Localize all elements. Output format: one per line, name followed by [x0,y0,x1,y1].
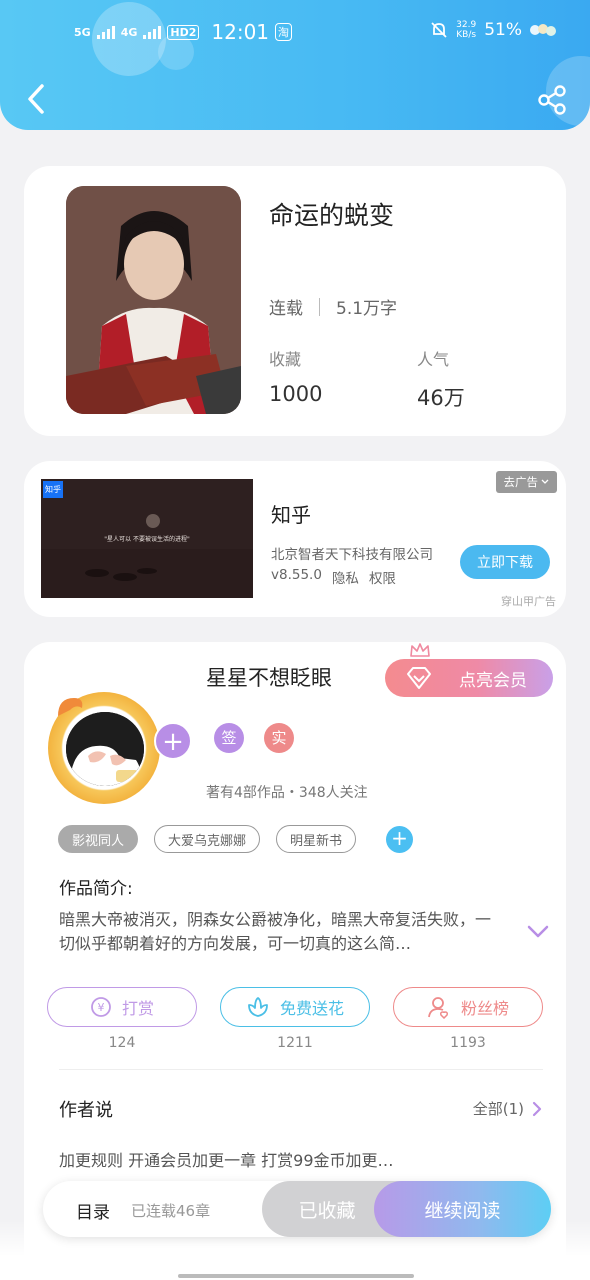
signal-bars-icon [143,26,162,39]
book-meta: 连载 5.1万字 [269,294,397,319]
ad-card[interactable]: "星人可以 不要被误生活的进程" 知乎 知乎 北京智者天下科技有限公司 v8.5… [24,461,566,617]
bottom-action-bar: 目录 已连载46章 已收藏 继续阅读 [43,1181,551,1237]
mute-bell-icon [431,22,447,38]
author-say-label: 作者说 [59,1100,113,1121]
book-cover-image[interactable] [66,186,241,414]
divider [59,1069,543,1070]
network-speed: 32.9 KB/s [456,20,477,40]
book-title: 命运的蜕变 [269,201,395,230]
tag-item[interactable]: 明星新书 [276,825,357,853]
vip-membership-button[interactable]: 点亮会员 [385,659,553,697]
ad-image[interactable]: "星人可以 不要被误生活的进程" 知乎 [41,479,253,598]
ad-company: 北京智者天下科技有限公司 [271,547,433,563]
ad-permissions-link[interactable]: 权限 [369,567,396,587]
table-of-contents-button[interactable]: 目录 [76,1198,110,1223]
intro-label: 作品简介: [59,879,133,899]
header-bar: 5G 4G HD2 12:01 淘 32.9 KB/s 51% [0,0,590,130]
ad-privacy-link[interactable]: 隐私 [332,567,359,587]
tag-list: 影视同人 大爱乌克娜娜 明星新书 + [58,825,414,853]
signal-4g: 4G [120,25,138,39]
continue-reading-button[interactable]: 继续阅读 [374,1181,551,1237]
ad-app-name: 知乎 [271,503,311,527]
tag-item[interactable]: 影视同人 [58,825,139,853]
follow-plus-button[interactable]: + [154,722,192,760]
chevron-down-icon[interactable] [527,925,549,939]
fan-count: 1193 [450,1035,486,1051]
ad-illustration: "星人可以 不要被误生活的进程" [41,479,253,598]
reward-count: 124 [108,1035,136,1051]
signal-bars-icon [96,26,115,39]
chevron-left-icon[interactable] [22,82,52,116]
author-avatar[interactable]: + [48,682,192,804]
author-say-text[interactable]: 加更规则 开通会员加更一章 打赏99金币加更… [59,1147,394,1171]
crown-icon [410,643,430,657]
fan-icon [428,997,448,1019]
word-count: 5.1万字 [336,299,398,319]
home-indicator[interactable] [178,1274,414,1278]
author-stats: 著有4部作品・348人关注 [206,785,368,801]
cover-illustration [66,186,241,414]
ad-close-button[interactable]: 去广告 [495,471,557,493]
reward-button[interactable]: ¥ 打赏 [47,987,197,1027]
chapter-count: 已连载46章 [131,1202,211,1220]
book-info-card: 命运的蜕变 连载 5.1万字 收藏 1000 人气 46万 [24,166,566,436]
flower-icon [248,997,268,1017]
share-icon[interactable] [536,84,568,116]
coin-icon: ¥ [91,997,111,1017]
ad-download-button[interactable]: 立即下载 [460,545,550,579]
verified-badge: 实 [264,723,294,753]
signed-badge: 签 [214,723,244,753]
send-flower-button[interactable]: 免费送花 [220,987,370,1027]
avatar-image [66,712,144,786]
tag-item[interactable]: 大爱乌克娜娜 [154,825,261,853]
add-tag-button[interactable]: + [386,825,414,853]
zhihu-logo-icon: 知乎 [43,481,63,498]
ad-version: v8.55.0 [271,567,322,583]
signal-5g: 5G [74,25,91,39]
ad-meta: v8.55.0 隐私 权限 [271,567,396,587]
author-say-all-link[interactable]: 全部(1) [473,1098,542,1119]
chevron-right-icon [532,1101,542,1116]
favorites-stat: 收藏 1000 [269,350,323,406]
diamond-icon [407,667,431,689]
avatar-decoration-icon [58,698,83,716]
author-name: 星星不想眨眼 [206,666,332,690]
flower-count: 1211 [277,1035,313,1051]
svg-text:¥: ¥ [97,1001,104,1014]
ad-source: 穿山甲广告 [501,595,556,608]
ad-image-caption: "星人可以 不要被误生活的进程" [104,535,190,543]
battery-level: 51% [484,20,522,40]
clock: 12:01 [211,20,270,44]
status-bar: 5G 4G HD2 12:01 淘 32.9 KB/s 51% [0,18,590,48]
chevron-down-icon [541,479,549,484]
battery-icon [530,24,556,36]
serial-status: 连载 [269,299,303,319]
fan-ranking-button[interactable]: 粉丝榜 [393,987,543,1027]
divider [319,297,320,316]
intro-text: 暗黑大帝被消灭，阴森女公爵被净化，暗黑大帝复活失败，一切似乎都朝着好的方向发展，… [59,910,492,953]
taobao-app-icon: 淘 [275,23,293,41]
popularity-stat: 人气 46万 [417,350,465,410]
hd-indicator: HD2 [167,24,200,40]
